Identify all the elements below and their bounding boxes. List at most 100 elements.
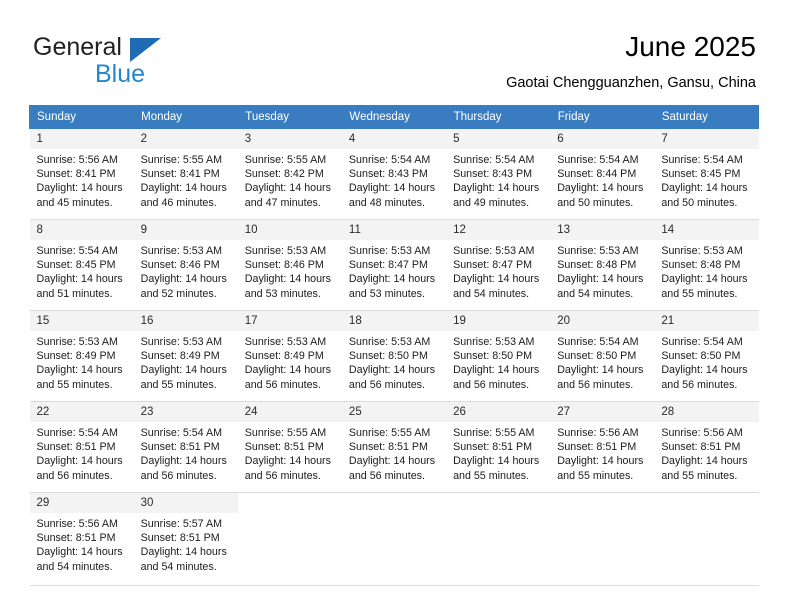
daylight-text-line1: Daylight: 14 hours: [140, 273, 227, 286]
day-cell[interactable]: 17 Sunrise: 5:53 AM Sunset: 8:49 PM Dayligh…: [237, 310, 342, 402]
daylight-text-line2: and 56 minutes.: [348, 469, 425, 482]
sunrise-text: Sunrise: 5:57 AM: [140, 518, 223, 530]
day-number: 17: [237, 311, 342, 331]
day-cell[interactable]: 3 Sunrise: 5:55 AM Sunset: 8:42 PM Daylight…: [237, 128, 342, 220]
day-cell[interactable]: 8 Sunrise: 5:54 AM Sunset: 8:45 PM Daylight…: [29, 219, 134, 311]
daylight-text-line1: Daylight: 14 hours: [140, 455, 227, 468]
day-cell[interactable]: 25 Sunrise: 5:55 AM Sunset: 8:51 PM Dayligh…: [341, 401, 447, 493]
daylight-text-line1: Daylight: 14 hours: [557, 364, 644, 377]
sunset-text: Sunset: 8:43 PM: [453, 168, 533, 181]
brand-logo: General Blue: [33, 33, 253, 88]
day-number: 28: [654, 402, 759, 422]
sunset-text: Sunset: 8:49 PM: [140, 350, 220, 363]
day-cell[interactable]: 18 Sunrise: 5:53 AM Sunset: 8:50 PM Dayligh…: [341, 310, 447, 402]
day-cell[interactable]: 29 Sunrise: 5:56 AM Sunset: 8:51 PM Dayligh…: [29, 492, 134, 586]
day-number: 8: [29, 220, 134, 240]
daylight-text-line1: Daylight: 14 hours: [140, 364, 227, 377]
sunrise-text: Sunrise: 5:53 AM: [36, 336, 118, 348]
day-cell[interactable]: 23 Sunrise: 5:54 AM Sunset: 8:51 PM Dayligh…: [133, 401, 238, 493]
sunset-text: Sunset: 8:46 PM: [140, 259, 220, 272]
daylight-text-line2: and 53 minutes.: [348, 287, 425, 300]
triangle-icon: [130, 38, 161, 62]
day-cell[interactable]: 12 Sunrise: 5:53 AM Sunset: 8:47 PM Dayligh…: [446, 219, 551, 311]
day-cell[interactable]: 4 Sunrise: 5:54 AM Sunset: 8:43 PM Daylight…: [341, 128, 447, 220]
day-cell[interactable]: 14 Sunrise: 5:53 AM Sunset: 8:48 PM Dayligh…: [654, 219, 759, 311]
day-cell[interactable]: 19 Sunrise: 5:53 AM Sunset: 8:50 PM Dayligh…: [446, 310, 551, 402]
daylight-text-line1: Daylight: 14 hours: [244, 455, 331, 468]
daylight-text-line2: and 56 minutes.: [557, 378, 634, 391]
sunrise-text: Sunrise: 5:54 AM: [557, 154, 639, 166]
day-cell[interactable]: 15 Sunrise: 5:53 AM Sunset: 8:49 PM Dayligh…: [29, 310, 134, 402]
day-cell[interactable]: 28 Sunrise: 5:56 AM Sunset: 8:51 PM Dayligh…: [654, 401, 759, 493]
sunset-text: Sunset: 8:51 PM: [244, 441, 324, 454]
sunrise-text: Sunrise: 5:53 AM: [244, 336, 327, 348]
daylight-text-line2: and 49 minutes.: [453, 196, 530, 209]
sunrise-text: Sunrise: 5:56 AM: [36, 154, 118, 166]
daylight-text-line1: Daylight: 14 hours: [348, 455, 436, 468]
sunrise-text: Sunrise: 5:55 AM: [453, 427, 535, 439]
daylight-text-line1: Daylight: 14 hours: [36, 273, 123, 286]
week-row: 29 Sunrise: 5:56 AM Sunset: 8:51 PM Dayligh…: [29, 492, 759, 586]
day-cell[interactable]: 21 Sunrise: 5:54 AM Sunset: 8:50 PM Dayligh…: [654, 310, 759, 402]
daylight-text-line1: Daylight: 14 hours: [140, 546, 227, 559]
daylight-text-line2: and 55 minutes.: [36, 378, 113, 391]
day-cell[interactable]: 7 Sunrise: 5:54 AM Sunset: 8:45 PM Daylight…: [654, 128, 759, 220]
sunset-text: Sunset: 8:41 PM: [36, 168, 116, 181]
daylight-text-line2: and 50 minutes.: [557, 196, 634, 209]
weekday-header-saturday: Saturday: [653, 105, 760, 129]
daylight-text-line2: and 54 minutes.: [140, 560, 217, 573]
sunrise-text: Sunrise: 5:54 AM: [140, 427, 223, 439]
daylight-text-line1: Daylight: 14 hours: [557, 273, 644, 286]
day-cell[interactable]: 30 Sunrise: 5:57 AM Sunset: 8:51 PM Dayligh…: [133, 492, 238, 586]
daylight-text-line2: and 56 minutes.: [453, 378, 530, 391]
sunrise-text: Sunrise: 5:53 AM: [140, 336, 223, 348]
day-number: [341, 493, 447, 513]
sunset-text: Sunset: 8:49 PM: [36, 350, 116, 363]
brand-name-blue: Blue: [95, 60, 146, 88]
weekday-header-friday: Friday: [549, 105, 655, 129]
daylight-text-line2: and 55 minutes.: [661, 287, 738, 300]
daylight-text-line2: and 55 minutes.: [453, 469, 530, 482]
location-subtitle: Gaotai Chengguanzhen, Gansu, China: [506, 75, 756, 91]
daylight-text-line2: and 55 minutes.: [140, 378, 217, 391]
day-number: 12: [446, 220, 551, 240]
sunset-text: Sunset: 8:50 PM: [557, 350, 637, 363]
daylight-text-line1: Daylight: 14 hours: [661, 182, 748, 195]
day-cell[interactable]: 6 Sunrise: 5:54 AM Sunset: 8:44 PM Daylight…: [550, 128, 655, 220]
day-cell[interactable]: 2 Sunrise: 5:55 AM Sunset: 8:41 PM Daylight…: [133, 128, 238, 220]
daylight-text-line1: Daylight: 14 hours: [557, 182, 644, 195]
day-cell[interactable]: 22 Sunrise: 5:54 AM Sunset: 8:51 PM Dayligh…: [29, 401, 134, 493]
sunset-text: Sunset: 8:42 PM: [244, 168, 324, 181]
day-cell[interactable]: 13 Sunrise: 5:53 AM Sunset: 8:48 PM Dayligh…: [550, 219, 655, 311]
calendar-header-row: Sunday Monday Tuesday Wednesday Thursday…: [28, 105, 760, 129]
day-number: 5: [446, 129, 551, 149]
day-number: 21: [654, 311, 759, 331]
day-cell[interactable]: 10 Sunrise: 5:53 AM Sunset: 8:46 PM Dayligh…: [237, 219, 342, 311]
week-row: 8 Sunrise: 5:54 AM Sunset: 8:45 PM Daylight…: [29, 219, 759, 311]
day-number: 2: [133, 129, 238, 149]
page-title: June 2025: [625, 31, 756, 62]
sunset-text: Sunset: 8:43 PM: [348, 168, 428, 181]
day-cell[interactable]: 1 Sunrise: 5:56 AM Sunset: 8:41 PM Daylight…: [29, 128, 134, 220]
calendar-page: General Blue June 2025 Gaotai Chengguanz…: [0, 0, 792, 612]
day-cell[interactable]: 5 Sunrise: 5:54 AM Sunset: 8:43 PM Daylight…: [446, 128, 551, 220]
sunrise-text: Sunrise: 5:56 AM: [36, 518, 118, 530]
day-number: 13: [550, 220, 655, 240]
day-cell[interactable]: 27 Sunrise: 5:56 AM Sunset: 8:51 PM Dayligh…: [550, 401, 655, 493]
day-cell[interactable]: 26 Sunrise: 5:55 AM Sunset: 8:51 PM Dayligh…: [446, 401, 551, 493]
daylight-text-line1: Daylight: 14 hours: [348, 182, 436, 195]
daylight-text-line1: Daylight: 14 hours: [453, 364, 540, 377]
day-cell[interactable]: 24 Sunrise: 5:55 AM Sunset: 8:51 PM Dayligh…: [237, 401, 342, 493]
day-number: 29: [29, 493, 134, 513]
day-number: 22: [29, 402, 134, 422]
day-cell[interactable]: 20 Sunrise: 5:54 AM Sunset: 8:50 PM Dayligh…: [550, 310, 655, 402]
sunrise-text: Sunrise: 5:53 AM: [140, 245, 223, 257]
day-cell[interactable]: 11 Sunrise: 5:53 AM Sunset: 8:47 PM Dayligh…: [341, 219, 447, 311]
day-number: 27: [550, 402, 655, 422]
day-cell[interactable]: 16 Sunrise: 5:53 AM Sunset: 8:49 PM Dayligh…: [133, 310, 238, 402]
day-cell[interactable]: 9 Sunrise: 5:53 AM Sunset: 8:46 PM Daylight…: [133, 219, 238, 311]
daylight-text-line2: and 50 minutes.: [661, 196, 738, 209]
daylight-text-line1: Daylight: 14 hours: [140, 182, 227, 195]
sunrise-text: Sunrise: 5:54 AM: [661, 336, 743, 348]
sunset-text: Sunset: 8:50 PM: [348, 350, 428, 363]
